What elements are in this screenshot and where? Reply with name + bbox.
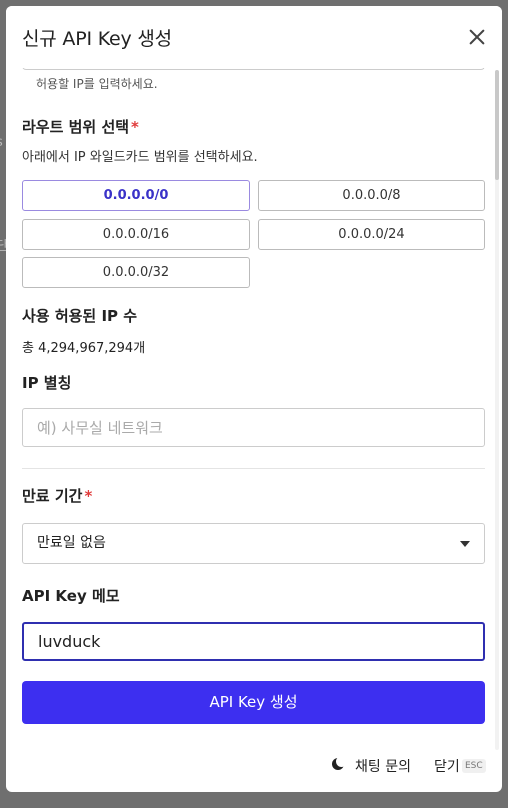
- create-api-key-button[interactable]: API Key 생성: [22, 681, 485, 724]
- modal-body: 허용할 IP를 입력하세요. 라우트 범위 선택 * 아래에서 IP 와일드카드 …: [22, 6, 486, 792]
- expire-period-select[interactable]: 만료일 없음: [22, 523, 485, 564]
- divider: [22, 468, 485, 469]
- background-text: s: [0, 135, 3, 150]
- required-mark: *: [131, 118, 139, 136]
- expire-period-value: 만료일 없음: [37, 535, 106, 551]
- range-option-0-0-0-0-16[interactable]: 0.0.0.0/16: [22, 219, 250, 250]
- ip-alias-label: IP 별칭: [22, 374, 72, 392]
- range-option-0-0-0-0-0[interactable]: 0.0.0.0/0: [22, 180, 250, 211]
- allowed-ip-count-label: 사용 허용된 IP 수: [22, 307, 138, 325]
- modal-title: 신규 API Key 생성: [22, 28, 172, 50]
- scroll-thumb[interactable]: [495, 70, 499, 180]
- expire-period-label: 만료 기간 *: [22, 487, 93, 505]
- chevron-down-icon: [460, 541, 470, 547]
- scrollbar[interactable]: [495, 70, 499, 750]
- range-option-0-0-0-0-32[interactable]: 0.0.0.0/32: [22, 257, 250, 288]
- api-key-memo-label: API Key 메모: [22, 587, 120, 605]
- modal-header: 신규 API Key 생성: [6, 6, 502, 68]
- range-option-0-0-0-0-24[interactable]: 0.0.0.0/24: [258, 219, 485, 250]
- close-link[interactable]: 닫기: [434, 756, 460, 776]
- create-api-key-modal: 신규 API Key 생성 허용할 IP를 입력하세요. 라우트 범위 선택 * …: [6, 6, 502, 792]
- required-mark: *: [84, 487, 93, 505]
- allowed-ip-count-value: 총 4,294,967,294개: [22, 341, 146, 356]
- api-key-memo-input[interactable]: [22, 622, 485, 661]
- route-range-label: 라우트 범위 선택 *: [22, 118, 139, 136]
- close-icon[interactable]: [468, 28, 486, 46]
- ip-alias-input[interactable]: [22, 408, 485, 447]
- range-option-0-0-0-0-8[interactable]: 0.0.0.0/8: [258, 180, 485, 211]
- moon-icon: [332, 756, 347, 770]
- ip-help-text: 허용할 IP를 입력하세요.: [36, 77, 158, 91]
- chat-inquiry-link[interactable]: 채팅 문의: [355, 756, 411, 776]
- route-range-description: 아래에서 IP 와일드카드 범위를 선택하세요.: [22, 150, 258, 165]
- esc-key-badge: ESC: [462, 759, 486, 773]
